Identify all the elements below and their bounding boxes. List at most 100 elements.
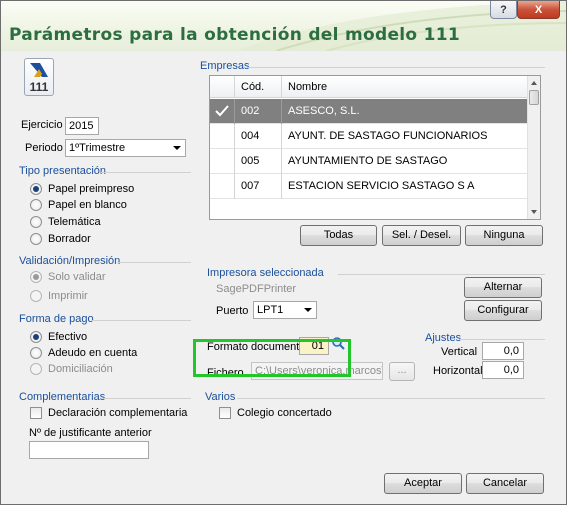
cancelar-button[interactable]: Cancelar	[466, 473, 544, 494]
declaracion-complementaria-checkbox[interactable]: Declaración complementaria	[30, 407, 187, 419]
puerto-label: Puerto	[216, 305, 249, 317]
checkbox-label: Declaración complementaria	[48, 407, 188, 419]
divider	[101, 172, 191, 173]
dialog-content: 111 Ejercicio 2015 Periodo 1ºTrimestre T…	[1, 51, 566, 504]
logo-text: 111	[29, 80, 49, 94]
table-row[interactable]: 004 AYUNT. DE SASTAGO FUNCIONARIOS	[210, 124, 528, 149]
row-code: 004	[235, 124, 282, 149]
radio-telematica[interactable]: Telemática	[30, 216, 101, 228]
divider	[117, 262, 191, 263]
radio-label: Imprimir	[48, 290, 88, 302]
row-code: 002	[235, 99, 282, 124]
justificante-label: Nº de justificante anterior	[29, 427, 152, 439]
radio-label: Efectivo	[48, 331, 88, 343]
ajustes-title: Ajustes	[425, 332, 462, 344]
forma-pago-title: Forma de pago	[19, 313, 94, 325]
divider	[237, 398, 545, 399]
puerto-select[interactable]: LPT1	[253, 301, 317, 319]
title-bar: Parámetros para la obtención del modelo …	[1, 1, 566, 51]
radio-label: Solo validar	[48, 271, 106, 283]
help-button[interactable]: ?	[490, 1, 517, 19]
scroll-down-icon[interactable]	[531, 210, 537, 214]
scroll-thumb[interactable]	[529, 90, 539, 105]
header-selector	[210, 76, 235, 98]
varios-title: Varios	[205, 391, 236, 403]
row-check-cell	[210, 149, 235, 174]
radio-dot-icon	[30, 216, 42, 228]
radio-adeudo-en-cuenta[interactable]: Adeudo en cuenta	[30, 347, 137, 359]
sel-desel-button[interactable]: Sel. / Desel.	[382, 225, 461, 246]
todas-button[interactable]: Todas	[300, 225, 377, 246]
empresas-title: Empresas	[200, 60, 250, 72]
impresora-title: Impresora seleccionada	[207, 267, 324, 279]
column-header-nombre[interactable]: Nombre	[282, 76, 528, 98]
radio-dot-icon	[30, 199, 42, 211]
radio-label: Domiciliación	[48, 363, 113, 375]
divider	[460, 339, 545, 340]
vertical-field[interactable]: 0,0	[482, 342, 524, 360]
alternar-button[interactable]: Alternar	[464, 277, 542, 298]
divider	[101, 398, 191, 399]
complementarias-title: Complementarias	[19, 391, 106, 403]
row-code: 007	[235, 174, 282, 199]
radio-papel-preimpreso[interactable]: Papel preimpreso	[30, 183, 134, 195]
row-name: AYUNTAMIENTO DE SASTAGO	[288, 155, 448, 167]
scroll-up-icon[interactable]	[531, 81, 537, 85]
vertical-label: Vertical	[441, 346, 478, 358]
checkbox-box-icon	[219, 407, 231, 419]
colegio-concertado-checkbox[interactable]: Colegio concertado	[219, 407, 332, 419]
radio-dot-icon	[30, 347, 42, 359]
row-name: ASESCO, S.L.	[288, 105, 360, 117]
table-row[interactable]: 005 AYUNTAMIENTO DE SASTAGO	[210, 149, 528, 174]
table-header: Cód. Nombre	[210, 76, 528, 98]
dialog-window: Parámetros para la obtención del modelo …	[0, 0, 567, 505]
radio-imprimir[interactable]: Imprimir	[30, 290, 88, 302]
row-name: AYUNT. DE SASTAGO FUNCIONARIOS	[288, 130, 488, 142]
radio-papel-en-blanco[interactable]: Papel en blanco	[30, 199, 127, 211]
divider	[91, 320, 191, 321]
periodo-label: Periodo	[25, 142, 63, 154]
close-button[interactable]: X	[517, 1, 560, 19]
ejercicio-field[interactable]: 2015	[65, 117, 99, 135]
radio-label: Papel preimpreso	[48, 183, 135, 195]
highlight-box	[193, 339, 351, 377]
puerto-value: LPT1	[257, 304, 284, 316]
radio-borrador[interactable]: Borrador	[30, 233, 91, 245]
aceptar-button[interactable]: Aceptar	[384, 473, 462, 494]
radio-efectivo[interactable]: Efectivo	[30, 331, 87, 343]
ejercicio-label: Ejercicio	[21, 119, 63, 131]
radio-dot-icon	[30, 271, 42, 283]
tipo-presentacion-title: Tipo presentación	[19, 165, 107, 177]
horizontal-label: Horizontal	[433, 365, 483, 377]
browse-button[interactable]: ...	[389, 362, 415, 381]
divider	[338, 274, 545, 275]
radio-solo-validar[interactable]: Solo validar	[30, 271, 105, 283]
periodo-select[interactable]: 1ºTrimestre	[65, 139, 186, 157]
justificante-field[interactable]	[29, 441, 149, 459]
radio-dot-icon	[30, 363, 42, 375]
row-name: ESTACION SERVICIO SASTAGO S A	[288, 180, 475, 192]
configurar-button[interactable]: Configurar	[464, 300, 542, 321]
radio-dot-icon	[30, 183, 42, 195]
row-check-cell	[210, 124, 235, 149]
divider	[247, 67, 545, 68]
table-scrollbar[interactable]	[527, 76, 540, 219]
radio-dot-icon	[30, 290, 42, 302]
radio-label: Papel en blanco	[48, 199, 127, 211]
table-row[interactable]: 002 ASESCO, S.L.	[210, 99, 528, 124]
empresas-table: Cód. Nombre 002 ASESCO, S.L. 004 AYUNT. …	[209, 75, 541, 220]
table-row[interactable]: 007 ESTACION SERVICIO SASTAGO S A	[210, 174, 528, 199]
horizontal-field[interactable]: 0,0	[482, 361, 524, 379]
row-code: 005	[235, 149, 282, 174]
ninguna-button[interactable]: Ninguna	[465, 225, 543, 246]
row-check-cell	[210, 174, 235, 199]
checkmark-icon	[215, 105, 229, 117]
radio-dot-icon	[30, 233, 42, 245]
column-header-cod[interactable]: Cód.	[235, 76, 282, 98]
chevron-down-icon	[304, 308, 312, 312]
radio-domiciliacion[interactable]: Domiciliación	[30, 363, 113, 375]
radio-label: Telemática	[48, 216, 101, 228]
radio-label: Borrador	[48, 233, 91, 245]
validacion-title: Validación/Impresión	[19, 255, 121, 267]
radio-dot-icon	[30, 331, 42, 343]
